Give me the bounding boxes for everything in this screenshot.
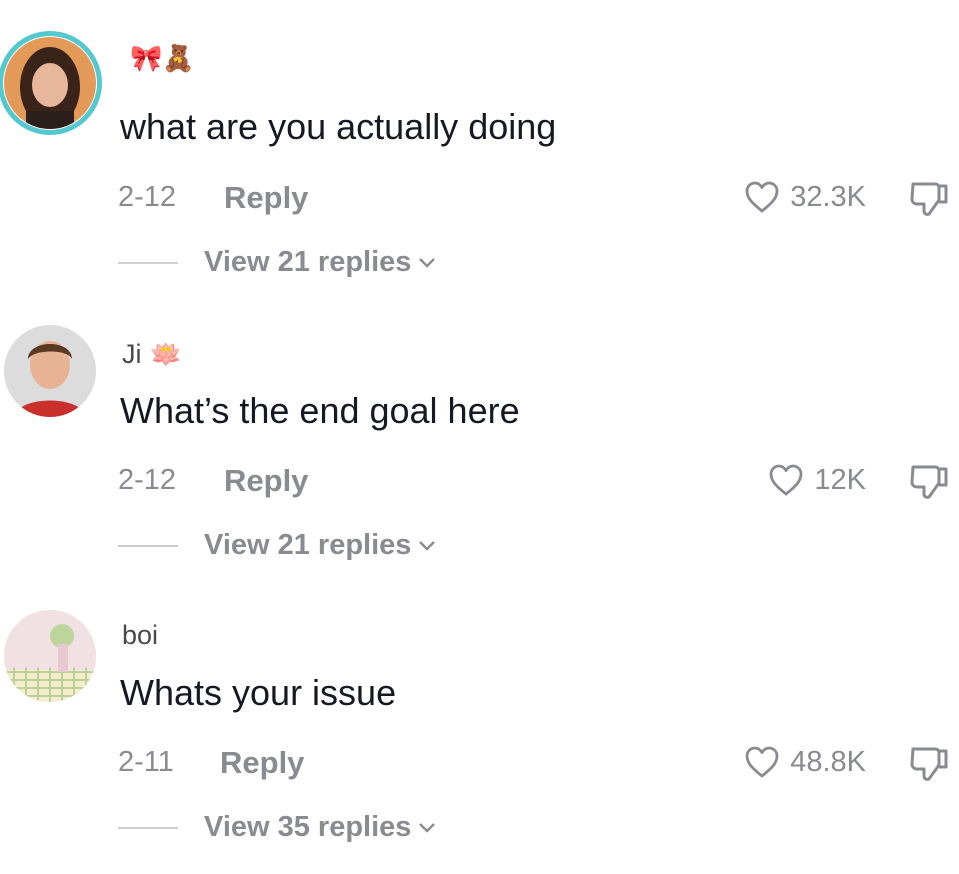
reply-button[interactable]: Reply [224, 463, 308, 499]
username-text: boi [122, 620, 159, 650]
thumbs-down-outline-icon[interactable] [907, 178, 951, 218]
comment-text: what are you actually doing [120, 106, 557, 147]
heart-outline-icon [745, 746, 779, 778]
avatar-photo [4, 37, 96, 129]
comment-text: What’s the end goal here [120, 390, 520, 431]
thumbs-down-outline-icon[interactable] [907, 461, 951, 501]
username-emoji: 🎀🧸 [130, 44, 195, 74]
heart-outline-icon [745, 181, 779, 213]
reply-button[interactable]: Reply [224, 180, 308, 216]
comment-item: 🎀🧸 what are you actually doing 2-12 Repl… [0, 0, 959, 283]
like-count: 12K [814, 463, 866, 496]
replies-divider [118, 826, 178, 829]
heart-outline-icon [769, 464, 803, 496]
view-replies-label: View 21 replies [204, 529, 412, 561]
avatar[interactable] [4, 610, 96, 702]
replies-divider [118, 544, 178, 547]
comment-date: 2-12 [118, 181, 177, 213]
view-replies-button[interactable]: View 21 replies [118, 246, 437, 279]
avatar[interactable] [4, 325, 96, 417]
replies-divider [118, 261, 178, 264]
username-text: Ji [122, 339, 142, 369]
reply-button[interactable]: Reply [220, 745, 304, 781]
like-button[interactable]: 48.8K [744, 745, 866, 779]
view-replies-label: View 21 replies [204, 246, 412, 278]
chevron-down-icon [419, 540, 436, 551]
avatar[interactable] [4, 37, 96, 129]
chevron-down-icon [419, 257, 436, 268]
view-replies-button[interactable]: View 35 replies [118, 811, 437, 844]
view-replies-button[interactable]: View 21 replies [118, 529, 437, 562]
like-button[interactable]: 12K [768, 463, 866, 497]
avatar-photo [4, 610, 96, 702]
comment-username[interactable]: boi [122, 620, 166, 651]
like-count: 32.3K [790, 180, 866, 213]
username-emoji: 🪷 [149, 339, 182, 370]
comment-username[interactable]: Ji 🪷 [122, 339, 182, 370]
thumbs-down-outline-icon[interactable] [907, 743, 951, 783]
comment-username[interactable]: 🎀🧸 [122, 46, 195, 72]
view-replies-label: View 35 replies [204, 811, 412, 843]
like-count: 48.8K [790, 745, 866, 778]
chevron-down-icon [419, 822, 436, 833]
comment-text: Whats your issue [120, 672, 397, 713]
comment-item: Ji 🪷 What’s the end goal here 2-12 Reply… [0, 283, 959, 566]
comment-date: 2-11 [118, 746, 174, 778]
comment-item: boi Whats your issue 2-11 Reply 48.8K Vi… [0, 566, 959, 849]
avatar-photo [4, 325, 96, 417]
like-button[interactable]: 32.3K [744, 180, 866, 214]
comment-date: 2-12 [118, 464, 177, 496]
